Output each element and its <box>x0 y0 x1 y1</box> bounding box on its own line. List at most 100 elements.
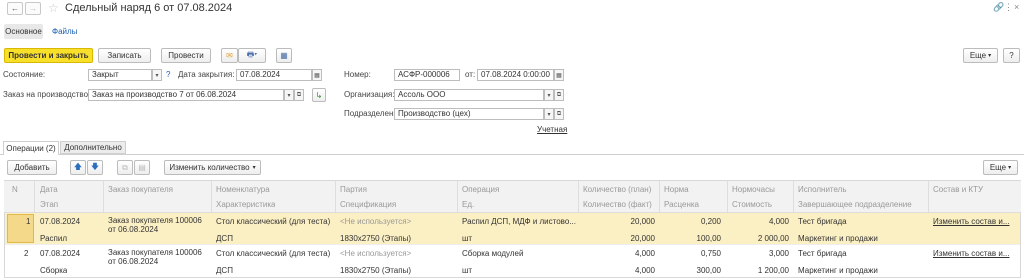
header-customer-order[interactable]: Заказ покупателя <box>108 184 173 195</box>
copy-button[interactable]: ⧉ <box>117 160 133 175</box>
order-field[interactable]: Заказ на производство 7 от 06.08.2024 <box>88 89 284 101</box>
row-norm: 0,200 <box>700 217 721 226</box>
change-composition-link[interactable]: Изменить состав и... <box>933 248 1017 259</box>
number-field[interactable]: АСФР-000006 <box>394 69 460 81</box>
header-spec[interactable]: Спецификация <box>340 199 396 210</box>
structure-button[interactable]: ▦ <box>276 48 292 63</box>
back-button[interactable]: ← <box>7 2 23 15</box>
row-spec: 1830х2750 (Этапы) <box>340 234 411 243</box>
row-characteristic: ДСП <box>216 266 233 275</box>
tab-main[interactable]: Основное <box>4 24 43 39</box>
close-icon[interactable]: × <box>1014 2 1019 12</box>
change-qty-button[interactable]: Изменить количество ▾ <box>164 160 261 175</box>
row-norm-hours: 4,000 <box>768 217 789 226</box>
row-date: 07.08.2024 <box>40 217 81 226</box>
arrow-left-icon: ← <box>11 4 19 13</box>
dept-open-button[interactable]: ⧉ <box>554 108 564 120</box>
order-label: Заказ на производство: <box>3 90 91 99</box>
post-button[interactable]: Провести <box>161 48 211 63</box>
more-button[interactable]: Еще ▾ <box>963 48 998 63</box>
ops-more-label: Еще <box>989 163 1007 172</box>
accounting-link[interactable]: Учетная <box>537 124 567 136</box>
order-dropdown-button[interactable]: ▾ <box>284 89 294 101</box>
header-norm[interactable]: Норма <box>664 184 689 195</box>
header-qty-fact[interactable]: Количество (факт) <box>583 199 652 210</box>
header-norm-hours[interactable]: Нормочасы <box>732 184 775 195</box>
print-button[interactable]: 🖶▾ <box>238 48 266 63</box>
header-operation[interactable]: Операция <box>462 184 499 195</box>
chevron-down-icon: ▾ <box>252 165 256 171</box>
move-down-button[interactable]: 🡇 <box>87 160 103 175</box>
from-label: от: <box>465 70 476 79</box>
header-qty-plan[interactable]: Количество (план) <box>583 184 651 195</box>
row-customer-order: Заказ покупателя 100006 от 06.08.2024 <box>108 216 202 234</box>
row-norm-hours: 3,000 <box>768 249 789 258</box>
row-final-dept: Маркетинг и продажи <box>798 266 878 275</box>
header-date[interactable]: Дата <box>40 184 58 195</box>
org-open-button[interactable]: ⧉ <box>554 89 564 101</box>
more-vertical-icon[interactable]: ⋮ <box>1004 2 1013 13</box>
more-label: Еще <box>969 51 987 60</box>
open-link-icon: ⧉ <box>556 91 562 98</box>
header-nomenclature[interactable]: Номенклатура <box>216 184 270 195</box>
org-dropdown-button[interactable]: ▾ <box>544 89 554 101</box>
dept-dropdown-button[interactable]: ▾ <box>544 108 554 120</box>
from-date-field[interactable]: 07.08.2024 0:00:00 <box>477 69 554 81</box>
email-button[interactable]: ✉ <box>221 48 238 63</box>
tab-operations-label: Операции (2) <box>6 144 56 153</box>
chevron-down-icon: ▾ <box>1008 165 1012 171</box>
row-executor: Тест бригада <box>798 217 847 226</box>
help-question-icon[interactable]: ? <box>166 69 170 81</box>
row-qty-plan: 20,000 <box>630 217 655 226</box>
row-batch: <Не используется> <box>340 217 412 226</box>
calendar-button-2[interactable]: ▦ <box>554 69 564 81</box>
row-executor: Тест бригада <box>798 249 847 258</box>
row-cost: 2 000,00 <box>757 234 789 243</box>
save-button[interactable]: Записать <box>98 48 151 63</box>
move-up-button[interactable]: 🡅 <box>70 160 86 175</box>
header-characteristic[interactable]: Характеристика <box>216 199 275 210</box>
change-composition-link[interactable]: Изменить состав и... <box>933 216 1017 227</box>
pick-button[interactable]: ↳ <box>312 88 326 102</box>
forward-button[interactable]: → <box>25 2 41 15</box>
tab-additional[interactable]: Дополнительно <box>60 141 126 154</box>
row-unit: шт <box>462 234 473 243</box>
chevron-down-icon: ▾ <box>547 92 551 99</box>
open-link-icon: ⧉ <box>296 91 302 98</box>
favorite-star-icon[interactable]: ☆ <box>48 1 59 15</box>
header-cost[interactable]: Стоимость <box>732 199 772 210</box>
close-date-field[interactable]: 07.08.2024 <box>236 69 312 81</box>
tab-operations[interactable]: Операции (2) <box>3 141 59 155</box>
row-nomenclature: Стол классический (для теста) <box>216 249 331 258</box>
post-and-close-button[interactable]: Провести и закрыть <box>4 48 93 63</box>
header-batch[interactable]: Партия <box>340 184 367 195</box>
row-operation: Сборка модулей <box>462 249 524 258</box>
add-button[interactable]: Добавить <box>7 160 57 175</box>
row-rate: 100,00 <box>696 234 721 243</box>
header-rate[interactable]: Расценка <box>664 199 699 210</box>
row-qty-plan: 4,000 <box>634 249 655 258</box>
help-button[interactable]: ? <box>1003 48 1020 63</box>
org-label: Организация: <box>344 90 395 99</box>
header-stage[interactable]: Этап <box>40 199 58 210</box>
calendar-icon: ▦ <box>314 72 320 79</box>
order-open-button[interactable]: ⧉ <box>294 89 304 101</box>
change-qty-label: Изменить количество <box>169 163 250 172</box>
tab-files[interactable]: Файлы <box>52 27 77 36</box>
header-composition[interactable]: Состав и КТУ <box>933 184 983 195</box>
state-dropdown-button[interactable]: ▾ <box>152 69 162 81</box>
header-final-dept[interactable]: Завершающее подразделение <box>798 199 912 210</box>
copy-icon: ⧉ <box>122 162 128 172</box>
header-n[interactable]: N <box>12 184 18 195</box>
header-executor[interactable]: Исполнитель <box>798 184 847 195</box>
dept-field[interactable]: Производство (цех) <box>394 108 544 120</box>
row-final-dept: Маркетинг и продажи <box>798 234 878 243</box>
org-field[interactable]: Ассоль ООО <box>394 89 544 101</box>
link-icon[interactable]: 🔗 <box>993 2 1004 13</box>
calendar-button[interactable]: ▦ <box>312 69 322 81</box>
ops-more-button[interactable]: Еще ▾ <box>983 160 1018 175</box>
state-field[interactable]: Закрыт <box>88 69 152 81</box>
row-spec: 1830х2750 (Этапы) <box>340 266 411 275</box>
paste-button[interactable]: ▤ <box>134 160 150 175</box>
header-unit[interactable]: Ед. <box>462 199 474 210</box>
